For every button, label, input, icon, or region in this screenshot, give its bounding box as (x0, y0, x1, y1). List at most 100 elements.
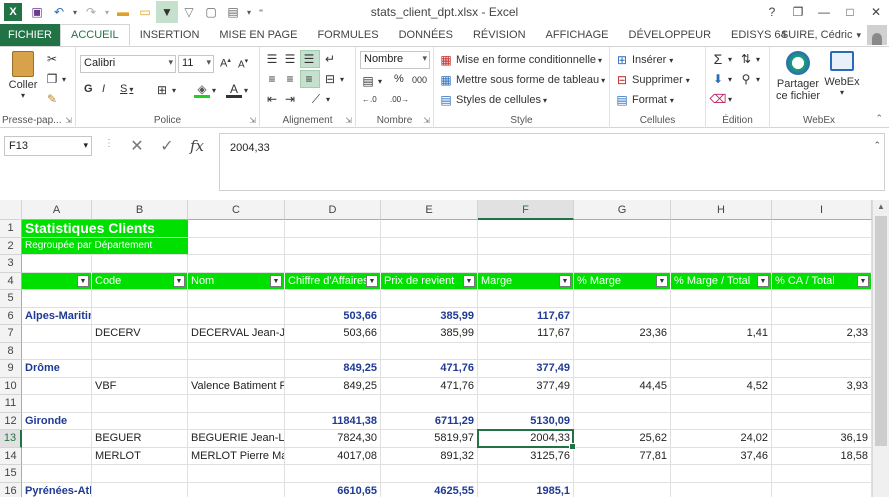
sort-filter-button[interactable]: ⇅ ▾ (738, 51, 760, 67)
insert-cells-button[interactable]: ⊞ Insérer ▾ (614, 52, 673, 68)
cell-f2[interactable] (478, 237, 574, 255)
number-launcher-icon[interactable]: ⇲ (423, 116, 430, 125)
copy-button[interactable]: ❐ ▾ (44, 71, 66, 87)
vertical-scrollbar[interactable]: ▲ (872, 200, 889, 497)
merge-center-button[interactable]: ⊟ ▾ (322, 71, 344, 87)
autosum-button[interactable]: Σ ▾ (710, 51, 732, 67)
cell-b11[interactable] (92, 395, 188, 413)
cell-i16[interactable] (772, 482, 872, 497)
filter-dropdown-icon[interactable]: ▼ (757, 274, 769, 287)
insert-function-button[interactable]: fx (182, 137, 212, 155)
column-header-a[interactable]: A (22, 200, 92, 220)
row-header-15[interactable]: 15 (0, 465, 22, 483)
cell-h10[interactable]: 4,52 (671, 377, 772, 395)
tab-revision[interactable]: RÉVISION (463, 24, 536, 46)
redo-dropdown-icon[interactable]: ▾ (102, 1, 112, 23)
row-header-1[interactable]: 1 (0, 220, 22, 238)
align-top-button[interactable]: ☰ (264, 51, 282, 67)
cell-c2[interactable] (188, 237, 285, 255)
clipboard-launcher-icon[interactable]: ⇲ (65, 116, 72, 125)
row-header-2[interactable]: 2 (0, 237, 22, 255)
cell-c8[interactable] (188, 342, 285, 360)
row-header-13[interactable]: 13 (0, 430, 22, 448)
cell-d7[interactable]: 503,66 (285, 325, 381, 343)
column-header-c[interactable]: C (188, 200, 285, 220)
format-as-table-button[interactable]: ▦ Mettre sous forme de tableau ▾ (438, 72, 605, 88)
delete-cells-button[interactable]: ⊟ Supprimer ▾ (614, 72, 690, 88)
cell-h7[interactable]: 1,41 (671, 325, 772, 343)
cell-a13[interactable] (22, 430, 92, 448)
cell-g3[interactable] (574, 255, 671, 273)
cell-c11[interactable] (188, 395, 285, 413)
cell-h14[interactable]: 37,46 (671, 447, 772, 465)
cell-i13[interactable]: 36,19 (772, 430, 872, 448)
cell-e15[interactable] (381, 465, 478, 483)
cell-g16[interactable] (574, 482, 671, 497)
cell-g6[interactable] (574, 307, 671, 325)
cell-g1[interactable] (574, 220, 671, 238)
cell-e10[interactable]: 471,76 (381, 377, 478, 395)
cell-styles-button[interactable]: ▤ Styles de cellules ▾ (438, 92, 547, 108)
expand-formula-bar-icon[interactable]: ⌃ (873, 140, 881, 151)
row-header-5[interactable]: 5 (0, 290, 22, 308)
align-left-button[interactable]: ≡ (264, 71, 282, 87)
print-preview-icon[interactable]: ▤ (222, 1, 244, 23)
cell-h13[interactable]: 24,02 (671, 430, 772, 448)
cell-c6[interactable] (188, 307, 285, 325)
cell-f1[interactable] (478, 220, 574, 238)
cancel-icon[interactable]: ✕ (122, 136, 152, 156)
cell-a5[interactable] (22, 290, 92, 308)
decrease-indent-button[interactable]: ⇤ (264, 91, 282, 107)
row-header-11[interactable]: 11 (0, 395, 22, 413)
cell-a6[interactable]: Alpes-Maritimes (22, 307, 92, 325)
scroll-thumb[interactable] (875, 216, 887, 446)
shrink-font-button[interactable]: A▾ (238, 57, 248, 70)
table-header-i[interactable]: % CA / Total ▼ (772, 272, 872, 290)
help-icon[interactable]: ? (759, 0, 785, 24)
number-format-select[interactable]: Nombre ▾ (360, 51, 430, 69)
cell-c5[interactable] (188, 290, 285, 308)
cell-h16[interactable] (671, 482, 772, 497)
cell-d14[interactable]: 4017,08 (285, 447, 381, 465)
paste-button[interactable]: Coller ▾ (6, 51, 40, 100)
name-box-dropdown-icon[interactable]: ▾ (83, 140, 88, 151)
cell-g13[interactable]: 25,62 (574, 430, 671, 448)
cell-a3[interactable] (22, 255, 92, 273)
tab-affichage[interactable]: AFFICHAGE (536, 24, 619, 46)
alignment-launcher-icon[interactable]: ⇲ (345, 116, 352, 125)
row-header-9[interactable]: 9 (0, 360, 22, 378)
cell-a16[interactable]: Pyrénées-Atlantiques (22, 482, 92, 497)
cell-f9[interactable]: 377,49 (478, 360, 574, 378)
cell-d13[interactable]: 7824,30 (285, 430, 381, 448)
cell-i3[interactable] (772, 255, 872, 273)
cell-b16[interactable] (92, 482, 188, 497)
underline-button[interactable]: S ▾ (120, 83, 133, 95)
user-account[interactable]: SUIRE, Cédric ▾ (781, 24, 889, 46)
tab-fichier[interactable]: FICHIER (0, 24, 60, 46)
cell-f7[interactable]: 117,67 (478, 325, 574, 343)
cell-b3[interactable] (92, 255, 188, 273)
cell-b13[interactable]: BEGUER (92, 430, 188, 448)
cell-b5[interactable] (92, 290, 188, 308)
avatar[interactable] (867, 25, 887, 45)
cell-h15[interactable] (671, 465, 772, 483)
row-header-8[interactable]: 8 (0, 342, 22, 360)
cell-h12[interactable] (671, 412, 772, 430)
cell-b7[interactable]: DECERV (92, 325, 188, 343)
formula-input[interactable]: 2004,33 (219, 133, 885, 191)
cell-f10[interactable]: 377,49 (478, 377, 574, 395)
cell-a12[interactable]: Gironde (22, 412, 92, 430)
align-bottom-button[interactable]: ☰ (300, 50, 320, 68)
close-icon[interactable]: ✕ (863, 0, 889, 24)
cell-i12[interactable] (772, 412, 872, 430)
row-header-6[interactable]: 6 (0, 307, 22, 325)
tab-developpeur[interactable]: DÉVELOPPEUR (619, 24, 722, 46)
sheet-title[interactable]: Statistiques Clients (22, 220, 188, 238)
increase-decimal-button[interactable]: ←.0 (362, 95, 377, 104)
minimize-icon[interactable]: — (811, 0, 837, 24)
undo-dropdown-icon[interactable]: ▾ (70, 1, 80, 23)
cell-e11[interactable] (381, 395, 478, 413)
cell-h11[interactable] (671, 395, 772, 413)
decrease-decimal-button[interactable]: .00→ (390, 95, 409, 104)
filter-dropdown-icon[interactable]: ▼ (77, 274, 89, 287)
